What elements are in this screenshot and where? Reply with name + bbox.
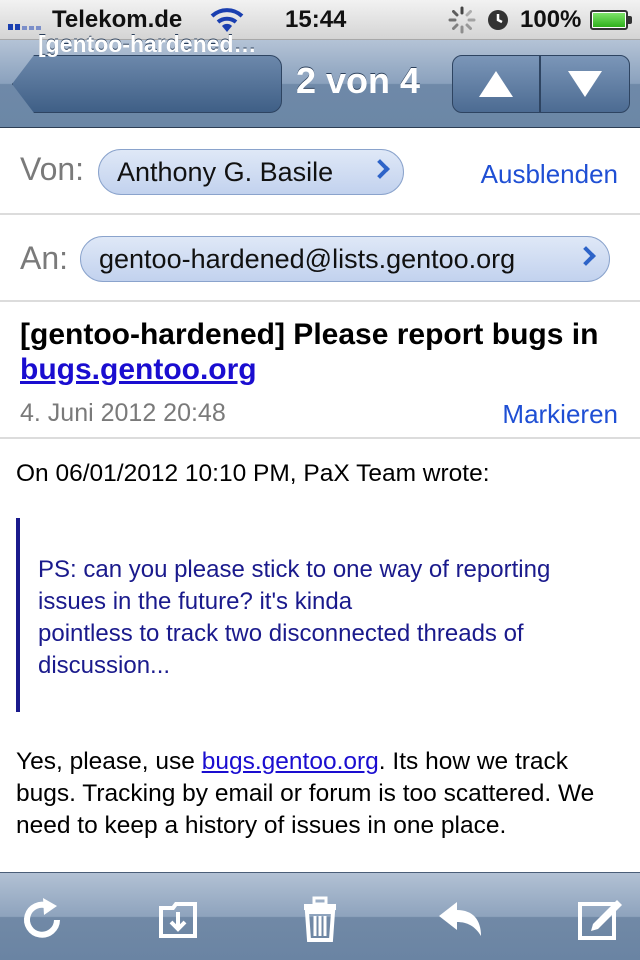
reply-text: Yes, please, use bugs.gentoo.org. Its ho… <box>16 746 628 842</box>
mark-link[interactable]: Markieren <box>502 399 618 430</box>
back-button[interactable]: [gentoo-hardened… <box>12 15 282 73</box>
quoted-text: PS: can you please stick to one way of r… <box>16 518 616 712</box>
move-to-folder-button[interactable] <box>150 891 206 947</box>
message-date: 4. Juni 2012 20:48 <box>20 399 226 427</box>
reply-link[interactable]: bugs.gentoo.org <box>202 748 379 775</box>
trash-icon <box>304 896 336 942</box>
refresh-icon <box>24 898 60 938</box>
from-label: Von: <box>20 151 85 187</box>
quote-line: discussion... <box>38 652 171 679</box>
hide-details-link[interactable]: Ausblenden <box>481 159 618 190</box>
arrow-up-icon <box>479 71 513 97</box>
quote-line: pointless to track two disconnected thre… <box>38 620 524 647</box>
chevron-right-icon <box>576 246 596 266</box>
bottom-toolbar <box>0 872 640 960</box>
subject-block: [gentoo-hardened] Please report bugs in … <box>0 303 640 439</box>
reply-icon <box>439 902 481 936</box>
compose-icon <box>578 900 622 940</box>
delete-button[interactable] <box>292 891 348 947</box>
quote-intro: On 06/01/2012 10:10 PM, PaX Team wrote: <box>16 460 490 487</box>
recipient-address: gentoo-hardened@lists.gentoo.org <box>99 244 516 274</box>
quote-line: PS: can you please stick to one way of r… <box>38 556 551 583</box>
sender-name: Anthony G. Basile <box>117 157 334 187</box>
battery-percent: 100% <box>520 6 582 33</box>
previous-message-button[interactable] <box>452 55 540 113</box>
to-row: An: gentoo-hardened@lists.gentoo.org <box>0 216 640 302</box>
to-label: An: <box>20 240 69 276</box>
activity-spinner-icon <box>448 6 476 41</box>
subject-text: [gentoo-hardened] Please report bugs in <box>20 318 599 351</box>
compose-button[interactable] <box>572 891 628 947</box>
sender-contact-button[interactable]: Anthony G. Basile <box>98 149 404 195</box>
battery-icon <box>590 10 632 30</box>
move-to-folder-icon <box>159 902 197 938</box>
arrow-down-icon <box>568 71 602 97</box>
subject-link[interactable]: bugs.gentoo.org <box>20 353 257 386</box>
refresh-button[interactable] <box>14 891 70 947</box>
message-subject: [gentoo-hardened] Please report bugs in … <box>20 317 620 387</box>
from-row: Von: Anthony G. Basile Ausblenden <box>0 129 640 215</box>
reply-button[interactable] <box>432 891 488 947</box>
quote-line: issues in the future? it's kinda <box>38 588 353 615</box>
status-time: 15:44 <box>285 6 347 33</box>
message-counter: 2 von 4 <box>296 60 421 101</box>
reply-text-start: Yes, please, use <box>16 748 202 775</box>
alarm-icon <box>486 8 510 32</box>
chevron-right-icon <box>370 159 390 179</box>
recipient-contact-button[interactable]: gentoo-hardened@lists.gentoo.org <box>80 236 610 282</box>
next-message-button[interactable] <box>540 55 630 113</box>
